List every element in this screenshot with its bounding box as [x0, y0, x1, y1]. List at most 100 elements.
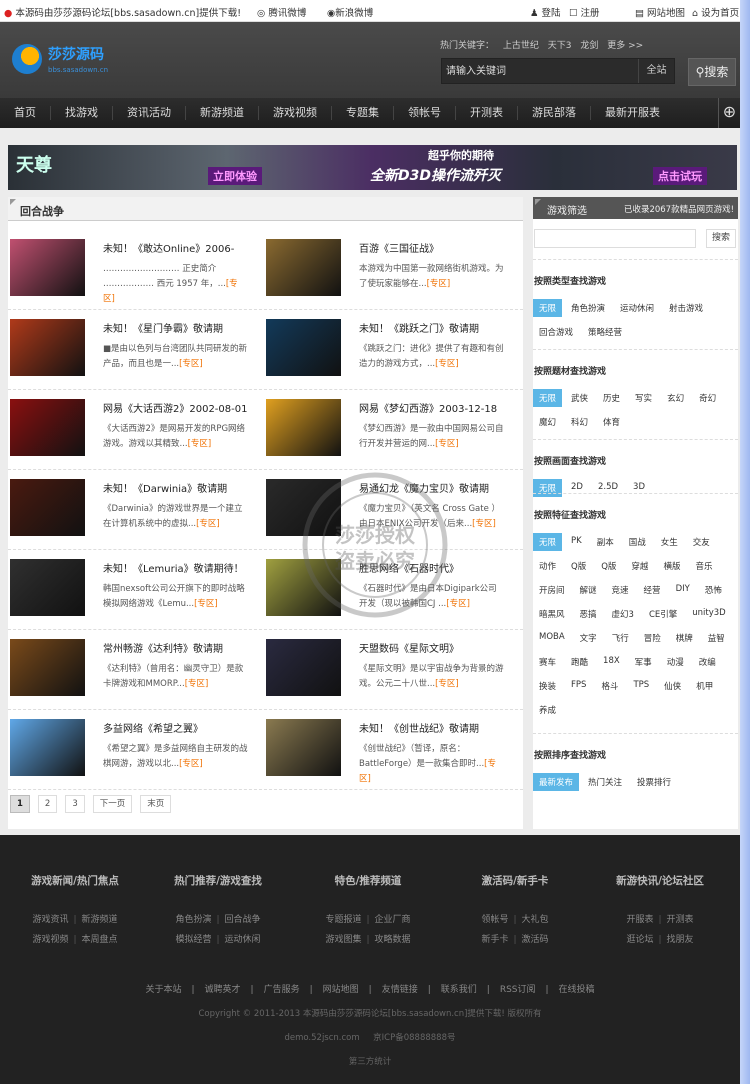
game-thumbnail[interactable] [10, 479, 85, 536]
banner-cta-trial[interactable]: 点击试玩 [653, 167, 707, 185]
filter-tag[interactable]: Q版 [565, 557, 592, 575]
filter-tag[interactable]: 经营 [638, 581, 667, 599]
footer-link[interactable]: 激活码 [522, 935, 549, 945]
filter-tag[interactable]: 改编 [693, 653, 722, 671]
filter-tag[interactable]: 军事 [629, 653, 658, 671]
page-scrollbar[interactable] [740, 0, 750, 1084]
game-zone-link[interactable]: [专区] [446, 599, 470, 609]
filter-tag[interactable]: 解谜 [574, 581, 603, 599]
footer-link[interactable]: 领帐号 [481, 915, 508, 925]
footer-link[interactable]: 攻略数据 [375, 935, 411, 945]
footer-bottom-link[interactable]: 网站地图 [323, 985, 359, 995]
nav-item[interactable]: 首页 [0, 106, 51, 120]
hot-keyword[interactable]: 天下3 [548, 41, 572, 51]
game-title[interactable]: 多益网络《希望之翼》 [103, 720, 263, 735]
filter-tag[interactable]: 格斗 [595, 677, 624, 695]
game-zone-link[interactable]: [专区] [179, 359, 203, 369]
game-zone-link[interactable]: [专区] [188, 439, 212, 449]
filter-tag[interactable]: 竞速 [606, 581, 635, 599]
game-thumbnail[interactable] [266, 479, 341, 536]
game-title[interactable]: 网易《梦幻西游》2003-12-18 [359, 400, 519, 415]
filter-tag[interactable]: 飞行 [606, 629, 635, 647]
ad-banner[interactable]: 天尊 立即体验 超乎你的期待 全新D3D操作流歼灭 点击试玩 [8, 145, 737, 190]
game-zone-link[interactable]: [专区] [185, 679, 209, 689]
footer-link[interactable]: 运动休闲 [225, 935, 261, 945]
page-button[interactable]: 1 [10, 795, 30, 813]
filter-tag[interactable]: 恐怖 [699, 581, 728, 599]
filter-tag[interactable]: Q版 [595, 557, 622, 575]
filter-tag[interactable]: 恶搞 [574, 605, 603, 623]
footer-link[interactable]: 逛论坛 [626, 935, 653, 945]
filter-tag[interactable]: 动漫 [661, 653, 690, 671]
filter-tag[interactable]: PK [565, 533, 588, 551]
game-title[interactable]: 易通幻龙《魔力宝贝》敬请期 [359, 480, 519, 495]
filter-tag[interactable]: 无限 [533, 299, 563, 317]
filter-tag[interactable]: 动作 [533, 557, 562, 575]
game-thumbnail[interactable] [10, 639, 85, 696]
filter-tag[interactable]: 副本 [591, 533, 620, 551]
footer-link[interactable]: 专题报道 [325, 915, 361, 925]
filter-tag[interactable]: 历史 [597, 389, 626, 407]
expand-plus-icon[interactable]: ⊕ [718, 98, 740, 128]
game-title[interactable]: 未知！《创世战纪》敬请期 [359, 720, 519, 735]
register-link[interactable]: ☐ 注册 [569, 5, 600, 19]
filter-tag[interactable]: 文字 [574, 629, 603, 647]
game-thumbnail[interactable] [266, 639, 341, 696]
game-zone-link[interactable]: [专区] [435, 439, 459, 449]
filter-tag[interactable]: 魔幻 [533, 413, 562, 431]
hot-keyword[interactable]: 上古世纪 [503, 41, 539, 51]
nav-item[interactable]: 领帐号 [394, 106, 456, 120]
tencent-weibo-link[interactable]: ◎ 腾讯微博 [257, 5, 306, 19]
game-thumbnail[interactable] [10, 559, 85, 616]
game-title[interactable]: 常州畅游《达利特》敬请期 [103, 640, 263, 655]
game-thumbnail[interactable] [266, 319, 341, 376]
hot-keyword[interactable]: 龙剑 [580, 41, 598, 51]
footer-link[interactable]: 新手卡 [481, 935, 508, 945]
game-zone-link[interactable]: [专区] [472, 519, 496, 529]
footer-link[interactable]: 模拟经营 [175, 935, 211, 945]
game-title[interactable]: 未知！《Darwinia》敬请期 [103, 480, 263, 495]
filter-tag[interactable]: CE引擎 [643, 605, 683, 623]
footer-bottom-link[interactable]: 联系我们 [441, 985, 477, 995]
filter-tag[interactable]: 棋牌 [670, 629, 699, 647]
filter-tag[interactable]: 冒险 [638, 629, 667, 647]
footer-link[interactable]: 本周盘点 [82, 935, 118, 945]
filter-tag[interactable]: 音乐 [689, 557, 718, 575]
filter-tag[interactable]: 奇幻 [693, 389, 722, 407]
set-home-link[interactable]: ⌂ 设为首页 [692, 5, 739, 19]
footer-bottom-link[interactable]: RSS订阅 [500, 985, 536, 995]
footer-bottom-link[interactable]: 诚聘英才 [205, 985, 241, 995]
filter-tag[interactable]: 策略经营 [582, 323, 628, 341]
game-title[interactable]: 未知！《敢达Online》2006- [103, 240, 263, 255]
filter-tag[interactable]: MOBA [533, 629, 571, 647]
nav-item[interactable]: 最新开服表 [591, 106, 674, 120]
last-page-button[interactable]: 末页 [140, 795, 172, 813]
filter-tag[interactable]: 无限 [533, 533, 563, 551]
filter-tag[interactable]: FPS [565, 677, 592, 695]
filter-tag[interactable]: DIY [670, 581, 696, 599]
icp-number[interactable]: 京ICP备08888888号 [373, 1033, 455, 1043]
search-scope-select[interactable]: 全站 [638, 59, 674, 83]
filter-tag[interactable]: 机甲 [690, 677, 719, 695]
nav-item[interactable]: 资讯活动 [113, 106, 186, 120]
footer-link[interactable]: 开测表 [667, 915, 694, 925]
game-zone-link[interactable]: [专区] [194, 599, 218, 609]
footer-link[interactable]: 游戏视频 [32, 935, 68, 945]
sina-weibo-link[interactable]: ◉新浪微博 [327, 5, 373, 19]
game-zone-link[interactable]: [专区] [196, 519, 220, 529]
game-title[interactable]: 网易《大话西游2》2002-08-01 [103, 400, 263, 415]
game-thumbnail[interactable] [10, 239, 85, 296]
filter-tag[interactable]: 赛车 [533, 653, 562, 671]
filter-tag[interactable]: 写实 [629, 389, 658, 407]
search-button[interactable]: ⚲搜索 [688, 58, 736, 86]
game-thumbnail[interactable] [266, 559, 341, 616]
site-logo[interactable]: 莎莎源码 bbs.sasadown.cn [12, 42, 112, 82]
nav-item[interactable]: 开测表 [456, 106, 518, 120]
footer-link[interactable]: 大礼包 [522, 915, 549, 925]
game-title[interactable]: 未知！《Lemuria》敬请期待！ [103, 560, 263, 575]
filter-tag[interactable]: 热门关注 [582, 773, 628, 791]
filter-tag[interactable]: 运动休闲 [614, 299, 660, 317]
game-title[interactable]: 未知！《星门争霸》敬请期 [103, 320, 263, 335]
filter-tag[interactable]: 射击游戏 [663, 299, 709, 317]
nav-item[interactable]: 新游频道 [186, 106, 259, 120]
